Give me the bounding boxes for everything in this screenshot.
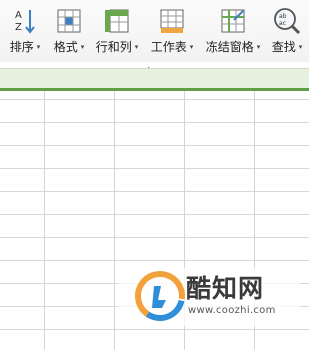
svg-text:ab: ab xyxy=(279,13,287,20)
coozhi-logo-icon xyxy=(135,271,185,321)
find-icon: ab ac xyxy=(274,8,301,35)
sort-button[interactable]: A Z 排序 ▾ xyxy=(6,2,44,60)
watermark-url: www.coozhi.com xyxy=(188,305,276,316)
watermark-name: 酷知网 xyxy=(186,274,265,303)
rows-columns-button-label: 行和列 xyxy=(95,40,132,54)
worksheet-button[interactable]: 工作表 ▾ xyxy=(147,2,197,60)
format-button[interactable]: 格式 ▾ xyxy=(50,2,88,60)
format-dropdown-icon: ▾ xyxy=(80,43,85,51)
worksheet-dropdown-icon: ▾ xyxy=(189,43,194,51)
freeze-panes-button[interactable]: 冻结窗格 ▾ xyxy=(202,2,264,60)
svg-text:ac: ac xyxy=(279,20,286,27)
rows-columns-icon xyxy=(105,9,129,33)
format-icon xyxy=(57,9,81,33)
find-button-label: 查找 xyxy=(271,40,296,54)
sort-dropdown-icon: ▾ xyxy=(36,43,41,51)
column-header-band xyxy=(0,68,309,91)
column-divider xyxy=(44,91,45,350)
find-dropdown-icon: ▾ xyxy=(298,43,303,51)
sort-button-label: 排序 xyxy=(9,40,34,54)
find-button[interactable]: ab ac 查找 ▾ xyxy=(267,2,307,60)
svg-text:A: A xyxy=(15,10,22,21)
rows-columns-button[interactable]: 行和列 ▾ xyxy=(92,2,142,60)
sort-az-icon: A Z xyxy=(15,10,35,34)
format-button-label: 格式 xyxy=(53,40,78,54)
worksheet-button-label: 工作表 xyxy=(150,40,187,54)
worksheet-icon xyxy=(160,9,184,33)
freeze-panes-icon xyxy=(221,9,245,33)
ribbon-toolbar: A Z 排序 ▾ 格式 ▾ 行和列 ▾ 工作表 ▾ 冻结窗格 ▾ ab ac 查… xyxy=(0,0,309,62)
svg-text:Z: Z xyxy=(15,22,22,33)
rows-columns-dropdown-icon: ▾ xyxy=(134,43,139,51)
freeze-panes-button-label: 冻结窗格 xyxy=(205,40,254,54)
column-divider xyxy=(114,91,115,350)
freeze-panes-dropdown-icon: ▾ xyxy=(256,43,261,51)
